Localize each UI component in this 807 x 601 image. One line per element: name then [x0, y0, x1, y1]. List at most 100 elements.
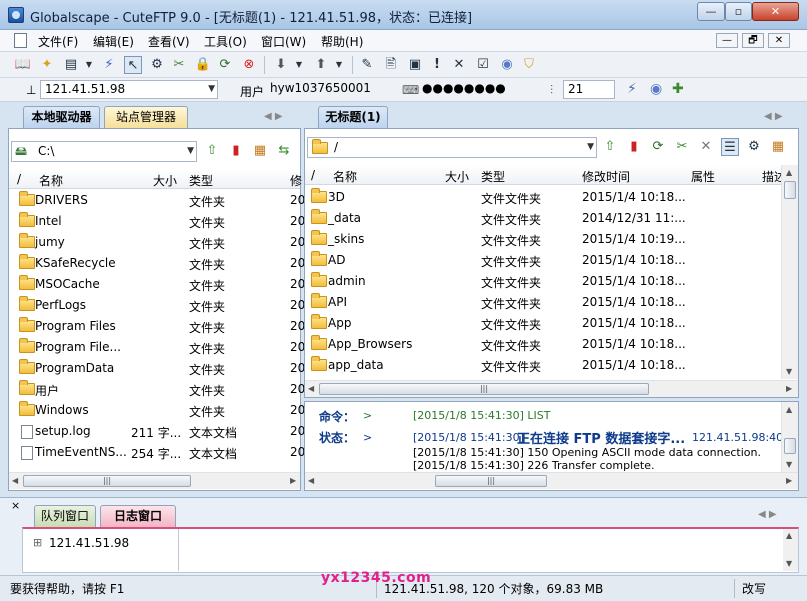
local-file-row[interactable]: jumy 文件夹 20	[9, 232, 305, 253]
remote-folder-up-icon[interactable]: ⇧	[601, 138, 619, 156]
tree-expand-icon[interactable]: ⊞	[33, 536, 42, 549]
remote-file-row[interactable]: App_Browsers 文件文件夹 2015/1/4 10:18...	[305, 334, 781, 355]
local-file-row[interactable]: TimeEventNS... 254 字... 文本文档 20	[9, 442, 305, 463]
lock-icon[interactable]: 🔒	[194, 56, 212, 74]
download-icon[interactable]: ⬇	[272, 56, 290, 74]
remote-file-row[interactable]: API 文件文件夹 2015/1/4 10:18...	[305, 292, 781, 313]
user-input[interactable]: hyw1037650001	[266, 80, 384, 99]
shield-icon[interactable]: ⛉	[520, 56, 538, 74]
disconnect-icon[interactable]: ✂	[170, 56, 188, 74]
local-file-row[interactable]: Windows 文件夹 20	[9, 400, 305, 421]
bookmark-icon[interactable]: ▮	[227, 142, 245, 160]
options-icon[interactable]: ◉	[650, 81, 662, 97]
remote-file-row[interactable]: admin 文件文件夹 2015/1/4 10:18...	[305, 271, 781, 292]
col-name[interactable]: 名称	[39, 172, 63, 189]
open-book-icon[interactable]: 📖	[14, 56, 32, 74]
local-file-row[interactable]: 用户 文件夹 20	[9, 379, 305, 400]
local-file-row[interactable]: PerfLogs 文件夹 20	[9, 295, 305, 316]
upload-dropdown-icon[interactable]: ▼	[330, 56, 348, 74]
mdi-close-button[interactable]: ✕	[768, 33, 790, 48]
download-dropdown-icon[interactable]: ▼	[290, 56, 308, 74]
sync-icon[interactable]: ⇆	[275, 142, 293, 160]
col-size[interactable]: 大小	[153, 172, 177, 189]
mdi-restore-button[interactable]: 🗗	[742, 33, 764, 48]
local-file-row[interactable]: Intel 文件夹 20	[9, 211, 305, 232]
local-file-row[interactable]: Program File... 文件夹 20	[9, 337, 305, 358]
reconnect-icon[interactable]: ⚙	[148, 56, 166, 74]
tree-item-host[interactable]: 121.41.51.98	[49, 536, 129, 550]
remote-col-size[interactable]: 大小	[445, 168, 469, 185]
tab-log-window[interactable]: 日志窗口	[100, 505, 176, 527]
execute-icon[interactable]: ▣	[406, 56, 424, 74]
add-site-icon[interactable]: ✚	[672, 81, 684, 97]
bottom-vertical-scrollbar[interactable]: ▲ ▼	[783, 529, 798, 571]
wizard-icon[interactable]: ✦	[38, 56, 56, 74]
connect-icon[interactable]: ⚡	[100, 56, 118, 74]
folder-up-icon[interactable]: ⇧	[203, 142, 221, 160]
path-dropdown-icon[interactable]: ▼	[187, 142, 194, 161]
remote-view-mode-icon[interactable]: ☰	[721, 138, 739, 156]
host-input[interactable]: 121.41.51.98 ▼	[40, 80, 218, 99]
remote-file-row[interactable]: app_data 文件文件夹 2015/1/4 10:18...	[305, 355, 781, 376]
tab-remote-untitled[interactable]: 无标题(1)	[318, 106, 388, 128]
tab-queue-window[interactable]: 队列窗口	[34, 505, 96, 527]
tab-site-manager[interactable]: 站点管理器	[104, 106, 188, 128]
local-file-row[interactable]: KSafeRecycle 文件夹 20	[9, 253, 305, 274]
local-file-row[interactable]: MSOCache 文件夹 20	[9, 274, 305, 295]
remote-file-row[interactable]: _skins 文件文件夹 2015/1/4 10:19...	[305, 229, 781, 250]
local-horizontal-scrollbar[interactable]: ◀ ||| ▶	[9, 472, 300, 489]
log-horizontal-scrollbar[interactable]: ◀ ||| ▶	[305, 472, 798, 489]
close-button[interactable]: ✕	[752, 2, 799, 21]
folder-new-icon[interactable]: ▦	[251, 142, 269, 160]
local-file-row[interactable]: Program Files 文件夹 20	[9, 316, 305, 337]
remote-horizontal-scrollbar[interactable]: ◀ ||| ▶	[305, 380, 798, 397]
remote-col-name[interactable]: 名称	[333, 168, 357, 185]
remote-col-type[interactable]: 类型	[481, 168, 505, 185]
mdi-minimize-button[interactable]: —	[716, 33, 738, 48]
menu-file[interactable]: 文件(F)	[38, 33, 78, 50]
bottom-pane-close-icon[interactable]: ×	[11, 499, 20, 512]
remote-delete-icon[interactable]: ✕	[697, 138, 715, 156]
new-file-icon[interactable]: ▤	[62, 56, 80, 74]
log-vertical-scrollbar[interactable]: ▲ ▼	[781, 402, 798, 472]
remote-bookmark-icon[interactable]: ▮	[625, 138, 643, 156]
menu-window[interactable]: 窗口(W)	[261, 33, 306, 50]
remote-col-modified[interactable]: 修改时间	[582, 168, 630, 185]
remote-file-row[interactable]: App 文件文件夹 2015/1/4 10:18...	[305, 313, 781, 334]
right-tab-nav-icon[interactable]: ◀ ▶	[764, 111, 783, 122]
remote-file-row[interactable]: _data 文件文件夹 2014/12/31 11:...	[305, 208, 781, 229]
tab-local-drives[interactable]: 本地驱动器	[23, 106, 100, 128]
menu-edit[interactable]: 编辑(E)	[93, 33, 134, 50]
local-file-row[interactable]: ProgramData 文件夹 20	[9, 358, 305, 379]
menu-help[interactable]: 帮助(H)	[321, 33, 363, 50]
port-input[interactable]: 21	[563, 80, 615, 99]
stop-icon[interactable]: ⊗	[240, 56, 258, 74]
select-tool-icon[interactable]: ↖	[124, 56, 142, 74]
maximize-button[interactable]: ▫	[725, 2, 752, 21]
local-file-row[interactable]: DRIVERS 文件夹 20	[9, 190, 305, 211]
delete-icon[interactable]: ✕	[450, 56, 468, 74]
remote-file-row[interactable]: 3D 文件文件夹 2015/1/4 10:18...	[305, 187, 781, 208]
alert-icon[interactable]: !	[428, 56, 446, 74]
remote-new-folder-icon[interactable]: ▦	[769, 138, 787, 156]
remote-vertical-scrollbar[interactable]: ▲ ▼	[781, 165, 798, 379]
local-path-dropdown[interactable]: 🖴 C:\ ▼	[11, 141, 197, 162]
minimize-button[interactable]: —	[697, 2, 725, 21]
remote-col-attributes[interactable]: 属性	[691, 168, 715, 185]
password-input[interactable]: ●●●●●●●●	[418, 80, 536, 99]
view-icon[interactable]: 🖹	[382, 56, 400, 74]
col-modified[interactable]: 修	[290, 172, 302, 189]
remote-disconnect-icon[interactable]: ✂	[673, 138, 691, 156]
local-file-row[interactable]: setup.log 211 字... 文本文档 20	[9, 421, 305, 442]
col-type[interactable]: 类型	[189, 172, 213, 189]
connect-plug-icon[interactable]: ⚡	[627, 81, 637, 97]
upload-icon[interactable]: ⬆	[312, 56, 330, 74]
remote-path-dropdown[interactable]: / ▼	[307, 137, 597, 158]
remote-settings-icon[interactable]: ⚙	[745, 138, 763, 156]
left-tab-nav-icon[interactable]: ◀ ▶	[264, 111, 283, 122]
remote-file-row[interactable]: AD 文件文件夹 2015/1/4 10:18...	[305, 250, 781, 271]
settings-icon[interactable]: ◉	[498, 56, 516, 74]
properties-icon[interactable]: ☑	[474, 56, 492, 74]
new-dropdown-icon[interactable]: ▼	[80, 56, 98, 74]
remote-refresh-icon[interactable]: ⟳	[649, 138, 667, 156]
